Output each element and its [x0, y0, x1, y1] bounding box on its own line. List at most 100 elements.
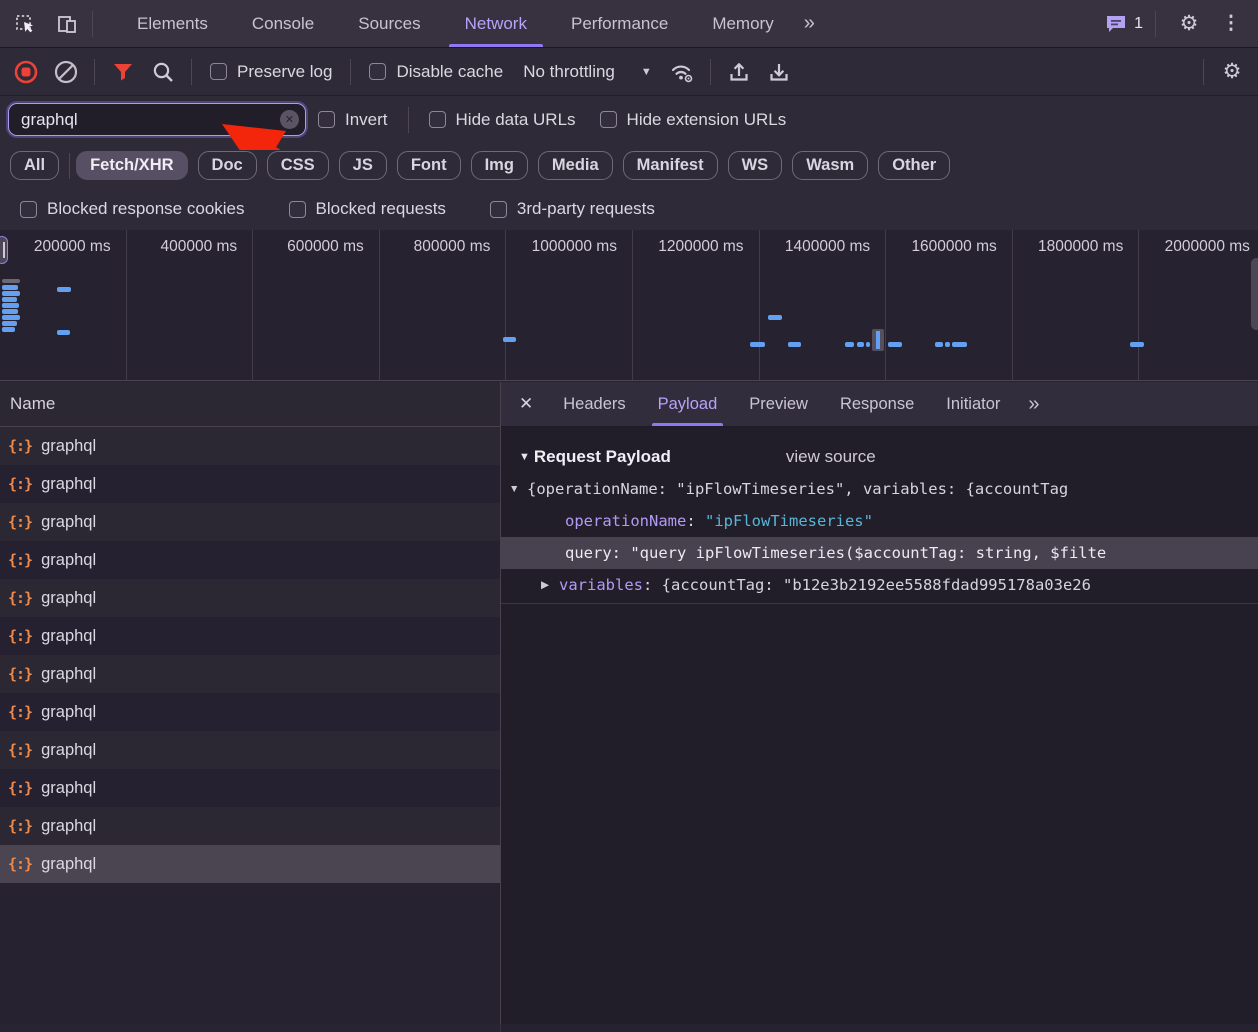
- network-overview-timeline[interactable]: 200000 ms400000 ms600000 ms800000 ms1000…: [0, 230, 1258, 381]
- filter-chip-wasm[interactable]: Wasm: [792, 151, 868, 180]
- request-row[interactable]: {:}graphql: [0, 807, 500, 845]
- filter-chip-font[interactable]: Font: [397, 151, 461, 180]
- blocked-response-cookies-checkbox[interactable]: Blocked response cookies: [20, 199, 245, 219]
- request-bar[interactable]: [952, 342, 967, 347]
- throttling-select[interactable]: No throttling ▼: [523, 62, 652, 82]
- request-rows: {:}graphql{:}graphql{:}graphql{:}graphql…: [0, 427, 500, 1032]
- request-bar[interactable]: [888, 342, 902, 347]
- search-button[interactable]: [147, 56, 179, 88]
- filter-chip-manifest[interactable]: Manifest: [623, 151, 718, 180]
- close-detail-icon[interactable]: ✕: [501, 394, 547, 414]
- export-har-button[interactable]: [763, 56, 795, 88]
- tab-sources[interactable]: Sources: [336, 0, 442, 47]
- filter-chip-js[interactable]: JS: [339, 151, 387, 180]
- request-bar[interactable]: [1130, 342, 1144, 347]
- collapsed-triangle-icon[interactable]: ▶: [541, 579, 559, 591]
- tab-elements[interactable]: Elements: [115, 0, 230, 47]
- filter-chip-other[interactable]: Other: [878, 151, 950, 180]
- request-row[interactable]: {:}graphql: [0, 731, 500, 769]
- request-bar[interactable]: [768, 315, 782, 320]
- selected-request-marker[interactable]: [872, 329, 884, 351]
- name-column-header[interactable]: Name: [0, 382, 500, 427]
- payload-line[interactable]: query: "query ipFlowTimeseries($accountT…: [501, 537, 1258, 569]
- expanded-triangle-icon[interactable]: ▼: [509, 483, 527, 495]
- issues-icon[interactable]: [1104, 13, 1128, 35]
- import-har-button[interactable]: [723, 56, 755, 88]
- request-bar[interactable]: [2, 303, 19, 308]
- more-detail-tabs-button[interactable]: »: [1020, 393, 1045, 416]
- filter-toggle-button[interactable]: [107, 56, 139, 88]
- request-bar[interactable]: [866, 342, 870, 347]
- filter-chip-media[interactable]: Media: [538, 151, 613, 180]
- record-network-log-button[interactable]: [10, 56, 42, 88]
- detail-tab-preview[interactable]: Preview: [733, 382, 824, 426]
- detail-tab-headers[interactable]: Headers: [547, 382, 641, 426]
- invert-checkbox[interactable]: Invert: [318, 110, 388, 130]
- request-bar[interactable]: [57, 330, 70, 335]
- request-row[interactable]: {:}graphql: [0, 427, 500, 465]
- payload-line[interactable]: ▶variables: {accountTag: "b12e3b2192ee55…: [501, 569, 1258, 601]
- settings-button[interactable]: ⚙: [1172, 7, 1206, 41]
- preserve-log-checkbox[interactable]: Preserve log: [210, 62, 332, 82]
- request-bar[interactable]: [57, 287, 71, 292]
- request-bar[interactable]: [2, 285, 18, 290]
- request-row[interactable]: {:}graphql: [0, 655, 500, 693]
- network-settings-button[interactable]: ⚙: [1216, 56, 1248, 88]
- filter-chip-doc[interactable]: Doc: [198, 151, 257, 180]
- collapse-triangle-icon[interactable]: ▼: [519, 451, 530, 463]
- filter-input[interactable]: [8, 103, 306, 136]
- hide-extension-urls-checkbox[interactable]: Hide extension URLs: [600, 110, 787, 130]
- inspect-element-button[interactable]: [8, 7, 42, 41]
- request-bar[interactable]: [935, 342, 943, 347]
- request-bar[interactable]: [2, 279, 20, 283]
- request-row[interactable]: {:}graphql: [0, 693, 500, 731]
- filter-chip-ws[interactable]: WS: [728, 151, 783, 180]
- request-bar[interactable]: [503, 337, 516, 342]
- detail-tab-response[interactable]: Response: [824, 382, 930, 426]
- clear-filter-icon[interactable]: ✕: [280, 110, 299, 129]
- request-row[interactable]: {:}graphql: [0, 541, 500, 579]
- device-toolbar-button[interactable]: [50, 7, 84, 41]
- request-bar[interactable]: [2, 315, 20, 320]
- disable-cache-checkbox[interactable]: Disable cache: [369, 62, 503, 82]
- devtools-menu-button[interactable]: ⋮: [1214, 7, 1248, 41]
- request-bar[interactable]: [2, 291, 20, 296]
- request-bar[interactable]: [2, 309, 18, 314]
- timeline-left-handle[interactable]: [0, 236, 8, 264]
- tab-network[interactable]: Network: [443, 0, 549, 47]
- request-bar[interactable]: [750, 342, 765, 347]
- request-row[interactable]: {:}graphql: [0, 579, 500, 617]
- detail-tab-initiator[interactable]: Initiator: [930, 382, 1016, 426]
- tab-performance[interactable]: Performance: [549, 0, 690, 47]
- network-conditions-button[interactable]: [666, 56, 698, 88]
- view-source-link[interactable]: view source: [786, 447, 876, 467]
- request-row[interactable]: {:}graphql: [0, 503, 500, 541]
- request-row[interactable]: {:}graphql: [0, 845, 500, 883]
- tab-memory[interactable]: Memory: [690, 0, 795, 47]
- payload-line[interactable]: operationName: "ipFlowTimeseries": [501, 505, 1258, 537]
- tab-console[interactable]: Console: [230, 0, 336, 47]
- request-row[interactable]: {:}graphql: [0, 769, 500, 807]
- filter-chip-img[interactable]: Img: [471, 151, 528, 180]
- filter-chip-fetch-xhr[interactable]: Fetch/XHR: [76, 151, 187, 180]
- request-bar[interactable]: [2, 321, 17, 326]
- request-bar[interactable]: [2, 297, 17, 302]
- clear-network-log-button[interactable]: [50, 56, 82, 88]
- detail-tab-payload[interactable]: Payload: [642, 382, 734, 426]
- filter-chip-css[interactable]: CSS: [267, 151, 329, 180]
- request-bar[interactable]: [2, 327, 15, 332]
- request-row[interactable]: {:}graphql: [0, 465, 500, 503]
- payload-line[interactable]: ▼{operationName: "ipFlowTimeseries", var…: [501, 473, 1258, 505]
- hide-data-urls-checkbox[interactable]: Hide data URLs: [429, 110, 576, 130]
- request-bar[interactable]: [857, 342, 864, 347]
- filter-chip-all[interactable]: All: [10, 151, 59, 180]
- request-row[interactable]: {:}graphql: [0, 617, 500, 655]
- more-panels-button[interactable]: »: [796, 12, 821, 35]
- blocked-requests-checkbox[interactable]: Blocked requests: [289, 199, 446, 219]
- request-bar[interactable]: [788, 342, 801, 347]
- json-braces-icon: {:}: [8, 817, 32, 835]
- timeline-scrollbar[interactable]: [1251, 258, 1258, 330]
- request-bar[interactable]: [845, 342, 854, 347]
- request-bar[interactable]: [945, 342, 950, 347]
- 3rd-party-requests-checkbox[interactable]: 3rd-party requests: [490, 199, 655, 219]
